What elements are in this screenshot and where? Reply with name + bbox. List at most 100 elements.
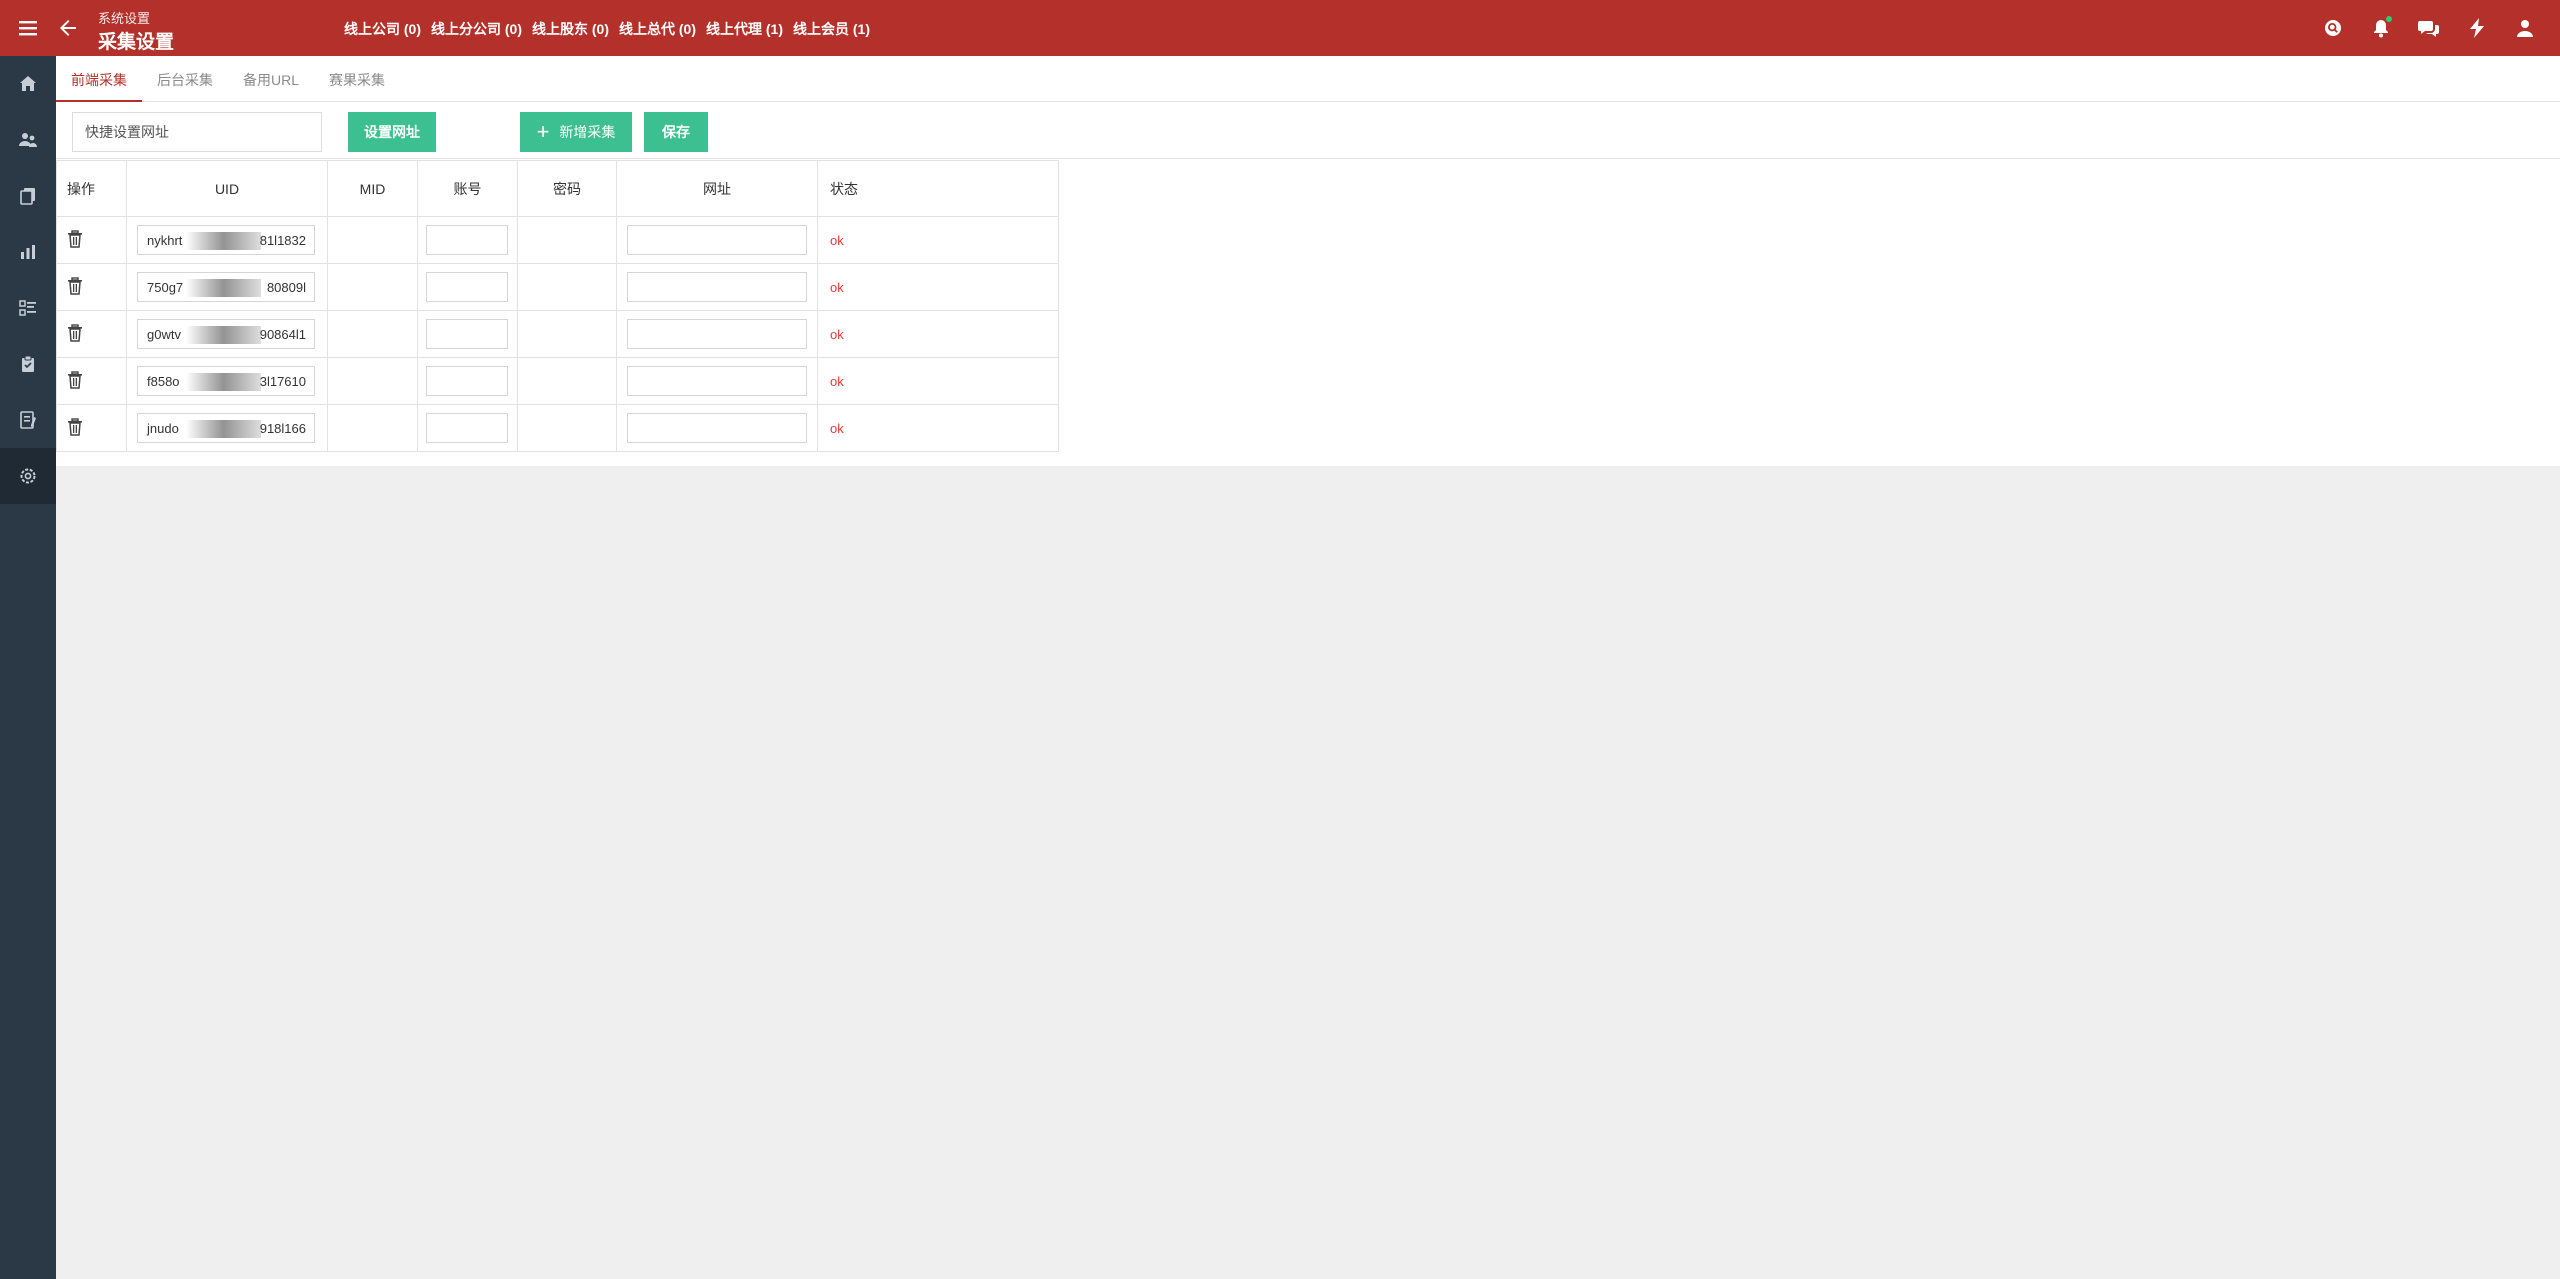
table-row: nykhrt 81l1832 ok bbox=[56, 216, 1059, 264]
hamburger-menu-icon[interactable] bbox=[17, 17, 39, 39]
sidebar-item-report-book[interactable] bbox=[0, 392, 56, 448]
status-text: ok bbox=[817, 357, 1059, 405]
online-branch-stat[interactable]: 线上分公司 (0) bbox=[431, 19, 522, 39]
url-cell bbox=[616, 357, 818, 405]
header-account: 账号 bbox=[417, 160, 518, 217]
back-arrow-icon[interactable] bbox=[56, 16, 80, 40]
clipboard-icon bbox=[22, 355, 34, 372]
uid-field[interactable]: g0wtv 90864l1 bbox=[137, 319, 315, 349]
bell-icon[interactable] bbox=[2370, 16, 2392, 40]
redaction-mask bbox=[186, 279, 261, 297]
uid-prefix: f858o bbox=[147, 373, 180, 389]
status-text: ok bbox=[817, 263, 1059, 311]
trash-icon[interactable] bbox=[67, 276, 83, 295]
home-icon bbox=[20, 76, 36, 91]
sidebar-item-users[interactable] bbox=[0, 112, 56, 168]
plus-icon: + bbox=[536, 119, 550, 144]
sidebar-item-clipboard[interactable] bbox=[0, 336, 56, 392]
save-button[interactable]: 保存 bbox=[644, 112, 708, 152]
header-uid: UID bbox=[126, 160, 328, 217]
mid-cell bbox=[327, 357, 418, 405]
chart-icon bbox=[21, 245, 35, 259]
redaction-mask bbox=[186, 232, 261, 250]
add-collect-button[interactable]: + 新增采集 bbox=[520, 112, 632, 152]
report-icon bbox=[20, 411, 36, 429]
password-cell bbox=[517, 404, 617, 452]
account-field[interactable] bbox=[426, 272, 508, 302]
uid-cell: jnudo 918l166 bbox=[126, 404, 328, 452]
tab-frontend-collect[interactable]: 前端采集 bbox=[56, 56, 142, 102]
url-field[interactable] bbox=[627, 225, 807, 255]
password-cell bbox=[517, 310, 617, 358]
tab-bar: 前端采集 后台采集 备用URL 赛果采集 bbox=[56, 56, 2560, 102]
header-op: 操作 bbox=[56, 160, 127, 217]
sidebar-item-reports[interactable] bbox=[0, 224, 56, 280]
tab-backend-collect[interactable]: 后台采集 bbox=[142, 56, 228, 102]
online-general-agent-stat[interactable]: 线上总代 (0) bbox=[619, 19, 696, 39]
sidebar-item-documents[interactable] bbox=[0, 168, 56, 224]
account-field[interactable] bbox=[426, 225, 508, 255]
account-cell bbox=[417, 216, 518, 264]
uid-field[interactable]: 750g7 80809l bbox=[137, 272, 315, 302]
online-member-stat[interactable]: 线上会员 (1) bbox=[793, 19, 870, 39]
table-header-row: 操作 UID MID 账号 密码 网址 状态 bbox=[56, 160, 1059, 217]
online-agent-stat[interactable]: 线上代理 (1) bbox=[706, 19, 783, 39]
uid-field[interactable]: nykhrt 81l1832 bbox=[137, 225, 315, 255]
collect-table: 操作 UID MID 账号 密码 网址 状态 nykhrt 81l1832 ok bbox=[56, 160, 1059, 452]
sidebar bbox=[0, 56, 56, 1279]
online-company-stat[interactable]: 线上公司 (0) bbox=[344, 19, 421, 39]
account-field[interactable] bbox=[426, 413, 508, 443]
table-row: 750g7 80809l ok bbox=[56, 263, 1059, 311]
url-cell bbox=[616, 216, 818, 264]
tab-backup-url[interactable]: 备用URL bbox=[228, 56, 314, 102]
trash-icon[interactable] bbox=[67, 417, 83, 436]
url-field[interactable] bbox=[627, 272, 807, 302]
user-icon[interactable] bbox=[2514, 16, 2536, 40]
redaction-mask bbox=[186, 420, 261, 438]
redaction-mask bbox=[186, 326, 261, 344]
header-status: 状态 bbox=[817, 160, 1059, 217]
url-field[interactable] bbox=[627, 366, 807, 396]
sidebar-item-home[interactable] bbox=[0, 56, 56, 112]
page-title: 采集设置 bbox=[98, 32, 175, 53]
status-text: ok bbox=[817, 310, 1059, 358]
breadcrumb: 系统设置 bbox=[98, 11, 151, 26]
uid-cell: f858o 3l17610 bbox=[126, 357, 328, 405]
trash-icon[interactable] bbox=[67, 370, 83, 389]
mid-cell bbox=[327, 216, 418, 264]
header-password: 密码 bbox=[517, 160, 617, 217]
op-cell bbox=[56, 216, 127, 264]
quick-url-input[interactable] bbox=[72, 112, 322, 152]
url-cell bbox=[616, 263, 818, 311]
uid-suffix: 90864l1 bbox=[259, 326, 306, 342]
tab-result-collect[interactable]: 赛果采集 bbox=[314, 56, 400, 102]
url-cell bbox=[616, 404, 818, 452]
account-cell bbox=[417, 404, 518, 452]
account-field[interactable] bbox=[426, 366, 508, 396]
search-icon[interactable] bbox=[2322, 16, 2344, 40]
online-stats: 线上公司 (0) 线上分公司 (0) 线上股东 (0) 线上总代 (0) 线上代… bbox=[344, 19, 870, 39]
uid-field[interactable]: jnudo 918l166 bbox=[137, 413, 315, 443]
url-cell bbox=[616, 310, 818, 358]
account-cell bbox=[417, 357, 518, 405]
trash-icon[interactable] bbox=[67, 323, 83, 342]
online-shareholder-stat[interactable]: 线上股东 (0) bbox=[532, 19, 609, 39]
uid-field[interactable]: f858o 3l17610 bbox=[137, 366, 315, 396]
table-row: f858o 3l17610 ok bbox=[56, 357, 1059, 405]
url-field[interactable] bbox=[627, 319, 807, 349]
sidebar-item-settings[interactable] bbox=[0, 448, 56, 504]
lightning-icon[interactable] bbox=[2466, 16, 2488, 40]
account-field[interactable] bbox=[426, 319, 508, 349]
top-bar: 系统设置 采集设置 线上公司 (0) 线上分公司 (0) 线上股东 (0) 线上… bbox=[0, 0, 2560, 56]
uid-prefix: g0wtv bbox=[147, 326, 181, 342]
url-field[interactable] bbox=[627, 413, 807, 443]
chat-icon[interactable] bbox=[2418, 16, 2440, 40]
settings-icon bbox=[20, 468, 36, 484]
op-cell bbox=[56, 357, 127, 405]
set-url-button[interactable]: 设置网址 bbox=[348, 112, 436, 152]
sidebar-item-list[interactable] bbox=[0, 280, 56, 336]
uid-suffix: 918l166 bbox=[259, 420, 306, 436]
main-panel: 前端采集 后台采集 备用URL 赛果采集 设置网址 + 新增采集 保存 操作 U… bbox=[56, 56, 2560, 466]
trash-icon[interactable] bbox=[67, 229, 83, 248]
password-cell bbox=[517, 357, 617, 405]
